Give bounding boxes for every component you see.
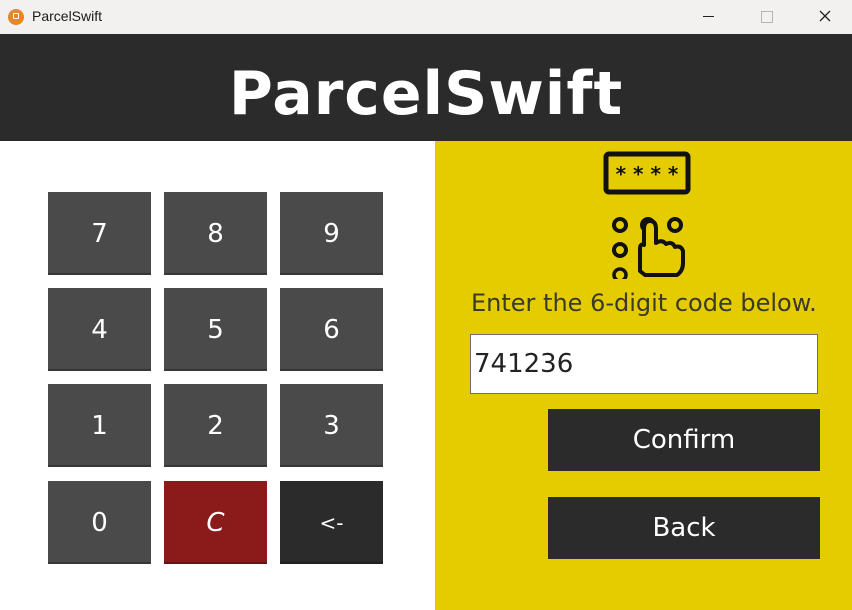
key-0[interactable]: 0	[48, 481, 151, 564]
code-input[interactable]	[470, 334, 818, 394]
key-8[interactable]: 8	[164, 192, 267, 275]
code-entry-panel: * * * * Enter the 6-digit code below. Co…	[435, 141, 852, 610]
brand-title: ParcelSwift	[228, 59, 624, 129]
key-4[interactable]: 4	[48, 288, 151, 371]
key-7[interactable]: 7	[48, 192, 151, 275]
backspace-key[interactable]: <-	[280, 481, 383, 564]
back-button[interactable]: Back	[548, 497, 820, 559]
minimize-button[interactable]	[685, 0, 731, 34]
key-3[interactable]: 3	[280, 384, 383, 467]
close-icon	[819, 10, 831, 22]
close-button[interactable]	[801, 0, 847, 34]
maximize-button[interactable]	[743, 0, 789, 34]
svg-text:* * * *: * * * *	[616, 162, 679, 186]
key-5[interactable]: 5	[164, 288, 267, 371]
title-bar: ParcelSwift	[0, 0, 852, 34]
window-title: ParcelSwift	[32, 8, 103, 24]
key-9[interactable]: 9	[280, 192, 383, 275]
confirm-button[interactable]: Confirm	[548, 409, 820, 471]
key-1[interactable]: 1	[48, 384, 151, 467]
app-icon	[8, 9, 24, 25]
key-2[interactable]: 2	[164, 384, 267, 467]
keypad-touch-icon: * * * *	[603, 151, 691, 279]
keypad-panel: 7 8 9 4 5 6 1 2 3 0 C <-	[0, 141, 435, 610]
app-header: ParcelSwift	[0, 34, 852, 141]
clear-key[interactable]: C	[164, 481, 267, 564]
code-prompt: Enter the 6-digit code below.	[471, 289, 817, 317]
key-6[interactable]: 6	[280, 288, 383, 371]
